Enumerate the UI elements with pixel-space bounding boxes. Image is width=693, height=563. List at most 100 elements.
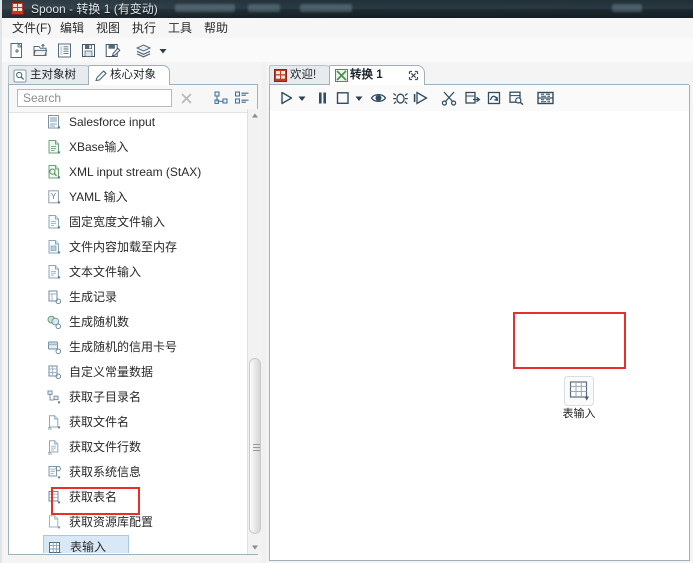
grid-button[interactable]	[536, 90, 555, 106]
list-item[interactable]: XML input stream (StAX)	[10, 160, 234, 185]
core-objects-tree[interactable]: Salesforce input XBase输入 XML input strea…	[10, 113, 256, 553]
menu-edit[interactable]: 编辑	[56, 20, 88, 36]
tab-welcome[interactable]: 欢迎!	[269, 65, 333, 85]
transformation-settings-button[interactable]	[464, 90, 481, 106]
menubar: 文件(F) 编辑 视图 执行 工具 帮助	[0, 18, 693, 39]
titlebar-blur-b	[248, 4, 280, 12]
get-file-rowcount-icon	[46, 439, 63, 456]
table-input-step-icon	[564, 376, 594, 406]
list-item[interactable]: 获取资源库配置	[10, 510, 234, 535]
list-item[interactable]: 生成随机数	[10, 310, 234, 335]
explorer-button[interactable]	[56, 42, 73, 59]
clear-x-icon[interactable]	[180, 92, 193, 105]
window-left-edge	[0, 0, 2, 563]
stop-options-button[interactable]	[354, 90, 364, 106]
collapse-tree-icon[interactable]	[234, 90, 250, 106]
generate-random-number-icon	[46, 314, 63, 331]
run-options-button[interactable]	[297, 90, 307, 106]
scrollbar-grip	[253, 450, 260, 451]
window-title: Spoon - 转换 1 (有变动)	[31, 2, 158, 16]
tab-core-objects-label: 核心对象	[110, 69, 156, 81]
list-item-label: 文件内容加载至内存	[69, 240, 178, 254]
menu-tools[interactable]: 工具	[164, 20, 196, 36]
run-button[interactable]	[278, 90, 295, 106]
debug-button[interactable]	[392, 90, 409, 106]
list-item-label: 自定义常量数据	[69, 365, 154, 379]
list-item-label: 获取资源库配置	[69, 515, 154, 529]
cut-button[interactable]	[441, 90, 458, 106]
list-item[interactable]: 获取系统信息	[10, 460, 234, 485]
menu-file[interactable]: 文件(F)	[8, 20, 55, 36]
transformation-canvas[interactable]: 表输入	[269, 111, 690, 561]
list-item[interactable]: 生成记录	[10, 285, 234, 310]
list-item[interactable]: XBase输入	[10, 135, 234, 160]
search-input[interactable]	[17, 89, 172, 107]
layers-dropdown-button[interactable]	[158, 42, 168, 59]
magnifier-icon	[13, 69, 27, 83]
left-panel-tabstrip: 主对象树 核心对象	[8, 65, 258, 85]
layers-button[interactable]	[134, 42, 153, 59]
canvas-node-label: 表输入	[562, 408, 596, 420]
spoon-application-window: Spoon - 转换 1 (有变动) 文件(F) 编辑 视图 执行 工具 帮助	[0, 0, 693, 563]
list-item-label: XBase输入	[69, 140, 129, 154]
save-as-button[interactable]	[104, 42, 121, 59]
list-item-table-input[interactable]: 表输入	[43, 535, 129, 553]
list-item[interactable]: 文本文件输入	[10, 260, 234, 285]
transformation-icon	[335, 69, 348, 82]
get-subfolder-names-icon	[46, 389, 63, 406]
show-impact-button[interactable]	[486, 90, 503, 106]
list-item-label: 表输入	[70, 540, 107, 553]
verify-button[interactable]	[508, 90, 525, 106]
generate-random-creditcard-icon	[46, 339, 63, 356]
stop-button[interactable]	[334, 90, 351, 106]
list-item-label: XML input stream (StAX)	[69, 165, 202, 179]
list-item[interactable]: 获取子目录名	[10, 385, 234, 410]
list-item[interactable]: Y YAML 输入	[10, 185, 234, 210]
tab-core-objects[interactable]: 核心对象	[88, 65, 170, 85]
menu-view[interactable]: 视图	[92, 20, 124, 36]
save-button[interactable]	[80, 42, 97, 59]
xml-stax-input-icon	[46, 164, 63, 181]
scroll-up-arrow-icon[interactable]	[248, 109, 262, 123]
tab-transformation-1[interactable]: 转换 1	[329, 65, 425, 85]
new-file-button[interactable]	[8, 42, 25, 59]
salesforce-input-icon	[46, 114, 63, 131]
menu-run[interactable]: 执行	[128, 20, 160, 36]
get-system-info-icon	[46, 464, 63, 481]
open-file-button[interactable]	[32, 42, 49, 59]
list-item[interactable]: 获取文件行数	[10, 435, 234, 460]
list-item[interactable]: 文件内容加载至内存	[10, 235, 234, 260]
left-panel: 主对象树 核心对象 Search Salesforce input XBase输…	[0, 62, 266, 563]
list-item[interactable]: 获取文件名	[10, 410, 234, 435]
tree-vertical-scrollbar[interactable]	[247, 109, 262, 554]
expand-tree-icon[interactable]	[214, 90, 230, 106]
load-file-to-memory-icon	[46, 239, 63, 256]
list-item[interactable]: 获取表名	[10, 485, 234, 510]
list-item-label: 获取文件名	[69, 415, 130, 429]
custom-constant-data-icon	[46, 364, 63, 381]
pause-button[interactable]	[314, 90, 331, 106]
tab-main-object-tree[interactable]: 主对象树	[8, 65, 92, 85]
spoon-app-icon	[11, 2, 24, 15]
tab-main-object-tree-label: 主对象树	[30, 69, 76, 81]
list-item[interactable]: 固定宽度文件输入	[10, 210, 234, 235]
list-item[interactable]: Salesforce input	[10, 113, 234, 135]
list-item[interactable]: 自定义常量数据	[10, 360, 234, 385]
list-item[interactable]: 生成随机的信用卡号	[10, 335, 234, 360]
table-input-icon	[47, 540, 64, 553]
xbase-input-icon	[46, 139, 63, 156]
list-item-label: 获取表名	[69, 490, 118, 504]
tab-welcome-label: 欢迎!	[290, 69, 317, 81]
canvas-node-table-input[interactable]: 表输入	[555, 376, 603, 426]
preview-button[interactable]	[370, 90, 387, 106]
welcome-icon	[274, 69, 287, 82]
titlebar-blur-a	[175, 4, 235, 12]
scrollbar-thumb[interactable]	[249, 358, 261, 534]
replay-button[interactable]	[413, 90, 430, 106]
titlebar-blur-d	[612, 4, 642, 12]
window-titlebar: Spoon - 转换 1 (有变动)	[0, 0, 693, 18]
menu-help[interactable]: 帮助	[200, 20, 232, 36]
list-item-label: 生成随机的信用卡号	[69, 340, 178, 354]
scroll-down-arrow-icon[interactable]	[248, 540, 262, 554]
close-tab-icon[interactable]	[408, 70, 419, 81]
